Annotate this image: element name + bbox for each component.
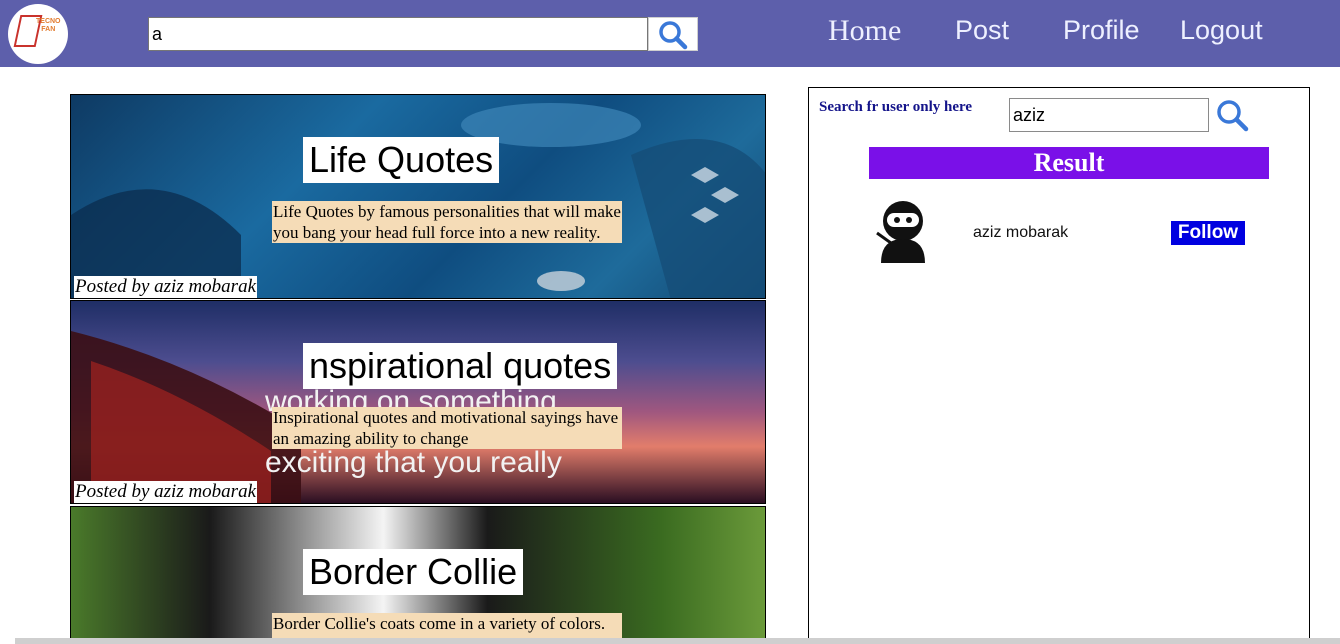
nav-profile[interactable]: Profile (1063, 15, 1140, 46)
result-user-name[interactable]: aziz mobarak (973, 224, 1068, 242)
top-navbar: TECNO FAN Home Post Profile Logout (0, 0, 1340, 67)
result-header: Result (869, 147, 1269, 179)
post-title[interactable]: nspirational quotes (303, 343, 618, 389)
post-image-caption: exciting that you really (265, 446, 562, 479)
search-icon (659, 21, 688, 50)
post-author: Posted by aziz mobarak (74, 481, 258, 503)
horizontal-scrollbar[interactable] (15, 638, 1340, 644)
global-search-button[interactable] (648, 17, 698, 51)
user-avatar-icon (876, 201, 925, 263)
global-search-input[interactable] (148, 17, 648, 51)
post-card[interactable]: Border Collie Border Collie's coats come… (70, 506, 766, 644)
user-search-panel: Search fr user only here Result aziz mob… (808, 87, 1310, 639)
post-title[interactable]: Life Quotes (303, 137, 500, 183)
search-icon (1217, 100, 1249, 132)
nav-logout[interactable]: Logout (1180, 15, 1263, 46)
post-author: Posted by aziz mobarak (74, 276, 258, 298)
logo-text: TECNO FAN (36, 18, 61, 33)
nav-post[interactable]: Post (955, 15, 1009, 46)
site-logo[interactable]: TECNO FAN (8, 4, 68, 64)
nav-home[interactable]: Home (828, 14, 901, 48)
follow-button[interactable]: Follow (1170, 220, 1246, 246)
user-search-label: Search fr user only here (819, 99, 973, 115)
post-description: Inspirational quotes and motivational sa… (272, 407, 622, 449)
user-search-input[interactable] (1009, 98, 1209, 132)
user-search-button[interactable] (1215, 98, 1251, 134)
post-card[interactable]: working on something exciting that you r… (70, 300, 766, 504)
post-title[interactable]: Border Collie (303, 549, 524, 595)
post-card[interactable]: Life Quotes Life Quotes by famous person… (70, 94, 766, 299)
post-image (71, 103, 765, 298)
user-avatar[interactable] (875, 199, 931, 263)
post-description: Life Quotes by famous personalities that… (272, 201, 622, 243)
